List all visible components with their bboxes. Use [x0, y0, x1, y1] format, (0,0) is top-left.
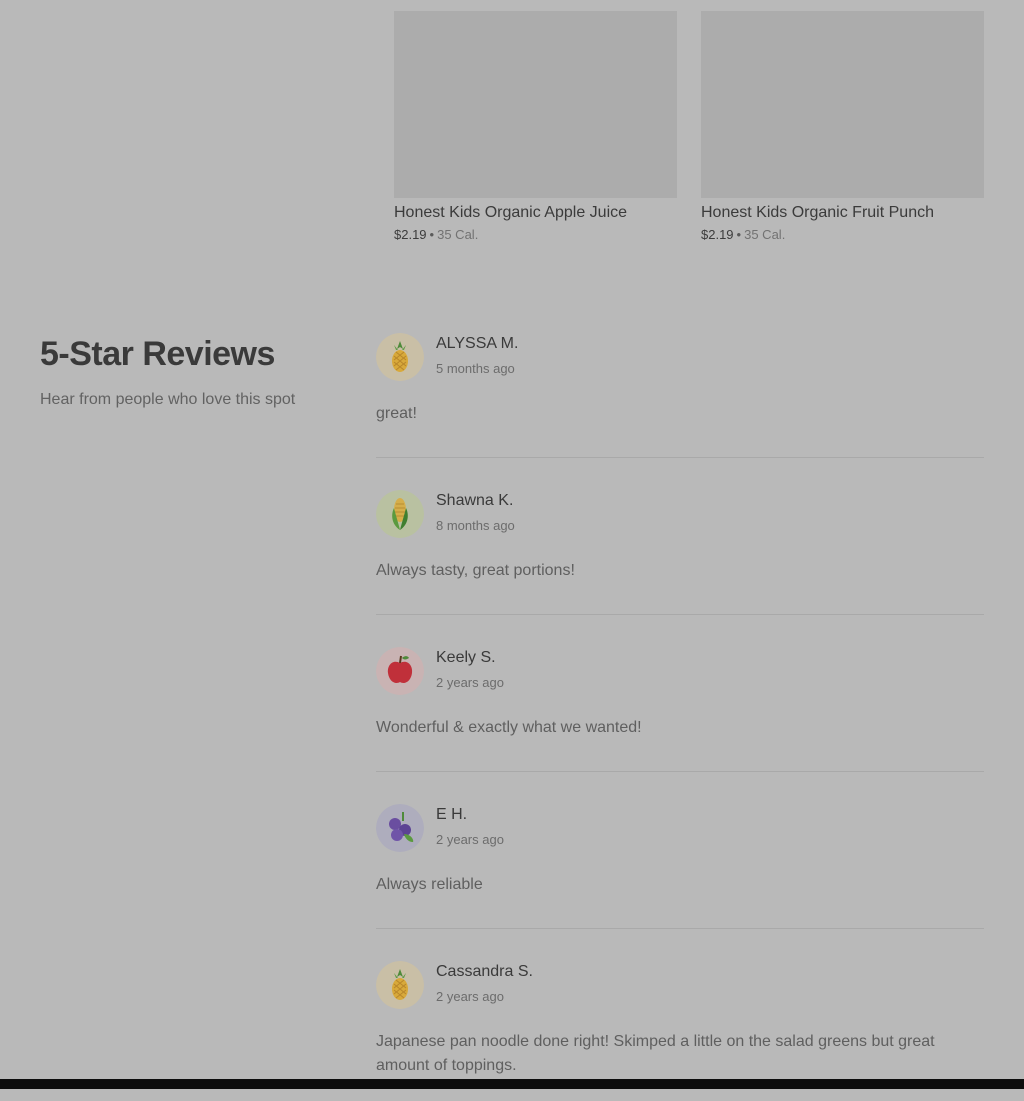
- product-card-fruit-punch[interactable]: Honest Kids Organic Fruit Punch $2.19 • 35…: [701, 11, 984, 242]
- product-price: $2.19: [394, 227, 427, 242]
- separator-dot: •: [736, 227, 742, 242]
- reviews-list: ALYSSA M. 5 months ago great! Shawna K. …: [376, 333, 984, 1101]
- review-item: Shawna K. 8 months ago Always tasty, gre…: [376, 490, 984, 647]
- product-image[interactable]: [701, 11, 984, 198]
- review-text: Always tasty, great portions!: [376, 562, 575, 579]
- review-text: Always reliable: [376, 876, 483, 893]
- product-meta: $2.19 • 35 Cal.: [701, 228, 984, 242]
- divider: [376, 614, 984, 615]
- divider: [376, 928, 984, 929]
- review-timestamp: 8 months ago: [436, 518, 515, 533]
- reviewer-name: ALYSSA M.: [436, 335, 519, 352]
- apple-icon: [376, 647, 424, 695]
- pineapple-icon: [376, 333, 424, 381]
- product-name: Honest Kids Organic Fruit Punch: [701, 204, 934, 221]
- product-name: Honest Kids Organic Apple Juice: [394, 204, 628, 221]
- reviewer-name: Keely S.: [436, 649, 496, 666]
- product-image[interactable]: [394, 11, 677, 198]
- review-text: great!: [376, 405, 417, 422]
- product-calories: 35 Cal.: [437, 227, 479, 242]
- product-calories: 35 Cal.: [744, 227, 786, 242]
- separator-dot: •: [429, 227, 435, 242]
- divider: [376, 771, 984, 772]
- product-meta: $2.19 • 35 Cal.: [394, 228, 677, 242]
- review-timestamp: 2 years ago: [436, 675, 504, 690]
- review-timestamp: 5 months ago: [436, 361, 515, 376]
- product-price: $2.19: [701, 227, 734, 242]
- reviewer-name: E H.: [436, 806, 468, 823]
- review-item: E H. 2 years ago Always reliable: [376, 804, 984, 961]
- reviewer-name: Shawna K.: [436, 492, 514, 509]
- divider: [376, 457, 984, 458]
- reviews-section-title: 5-Star Reviews: [40, 335, 275, 373]
- review-text: Wonderful & exactly what we wanted!: [376, 719, 642, 736]
- bottom-bar: [0, 1079, 1024, 1089]
- review-item: Keely S. 2 years ago Wonderful & exactly…: [376, 647, 984, 804]
- reviewer-name: Cassandra S.: [436, 963, 533, 980]
- review-timestamp: 2 years ago: [436, 832, 504, 847]
- review-item: ALYSSA M. 5 months ago great!: [376, 333, 984, 490]
- blackberry-icon: [376, 804, 424, 852]
- review-text: Japanese pan noodle done right! Skimped …: [376, 1033, 935, 1074]
- review-timestamp: 2 years ago: [436, 989, 504, 1004]
- reviews-section-subtitle: Hear from people who love this spot: [40, 391, 296, 408]
- product-card-apple-juice[interactable]: Honest Kids Organic Apple Juice $2.19 • 35…: [394, 11, 677, 242]
- corn-icon: [376, 490, 424, 538]
- pineapple-icon: [376, 961, 424, 1009]
